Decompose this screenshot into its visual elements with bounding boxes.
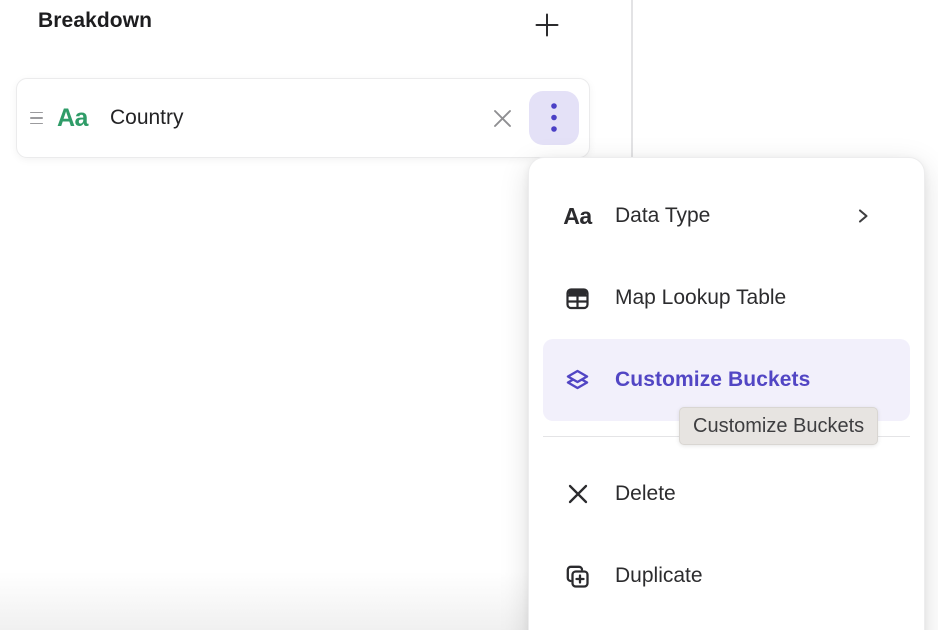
menu-item-label: Customize Buckets — [615, 368, 810, 392]
add-breakdown-button[interactable] — [529, 6, 565, 44]
close-icon — [490, 106, 515, 131]
field-label: Country — [110, 106, 184, 130]
customize-buckets-tooltip: Customize Buckets — [679, 407, 878, 445]
field-more-options-button[interactable] — [529, 91, 579, 145]
page-title: Breakdown — [38, 9, 152, 33]
field-options-menu: Aa Data Type Map Lookup Table — [528, 157, 925, 630]
lookup-table-icon — [564, 285, 591, 312]
remove-field-button[interactable] — [484, 100, 520, 136]
menu-item-label: Duplicate — [615, 564, 703, 588]
text-type-icon: Aa — [564, 203, 591, 230]
menu-item-label: Delete — [615, 482, 676, 506]
text-type-icon: Aa — [57, 104, 88, 133]
menu-item-map-lookup-table[interactable]: Map Lookup Table — [543, 257, 910, 339]
breakdown-field-card: Aa Country — [16, 78, 590, 158]
plus-icon — [532, 10, 562, 40]
drag-handle-icon[interactable] — [28, 108, 45, 129]
copy-plus-icon — [564, 563, 591, 590]
delete-x-icon — [564, 481, 591, 508]
kebab-vertical-icon — [549, 101, 559, 135]
menu-item-data-type[interactable]: Aa Data Type — [543, 175, 910, 257]
chevron-right-icon — [853, 206, 873, 226]
menu-item-label: Data Type — [615, 204, 710, 228]
menu-item-delete[interactable]: Delete — [543, 453, 910, 535]
menu-item-duplicate[interactable]: Duplicate — [543, 535, 910, 617]
breakdown-panel: Breakdown Aa Country — [0, 0, 938, 630]
layers-buckets-icon — [564, 367, 591, 394]
menu-item-label: Map Lookup Table — [615, 286, 786, 310]
